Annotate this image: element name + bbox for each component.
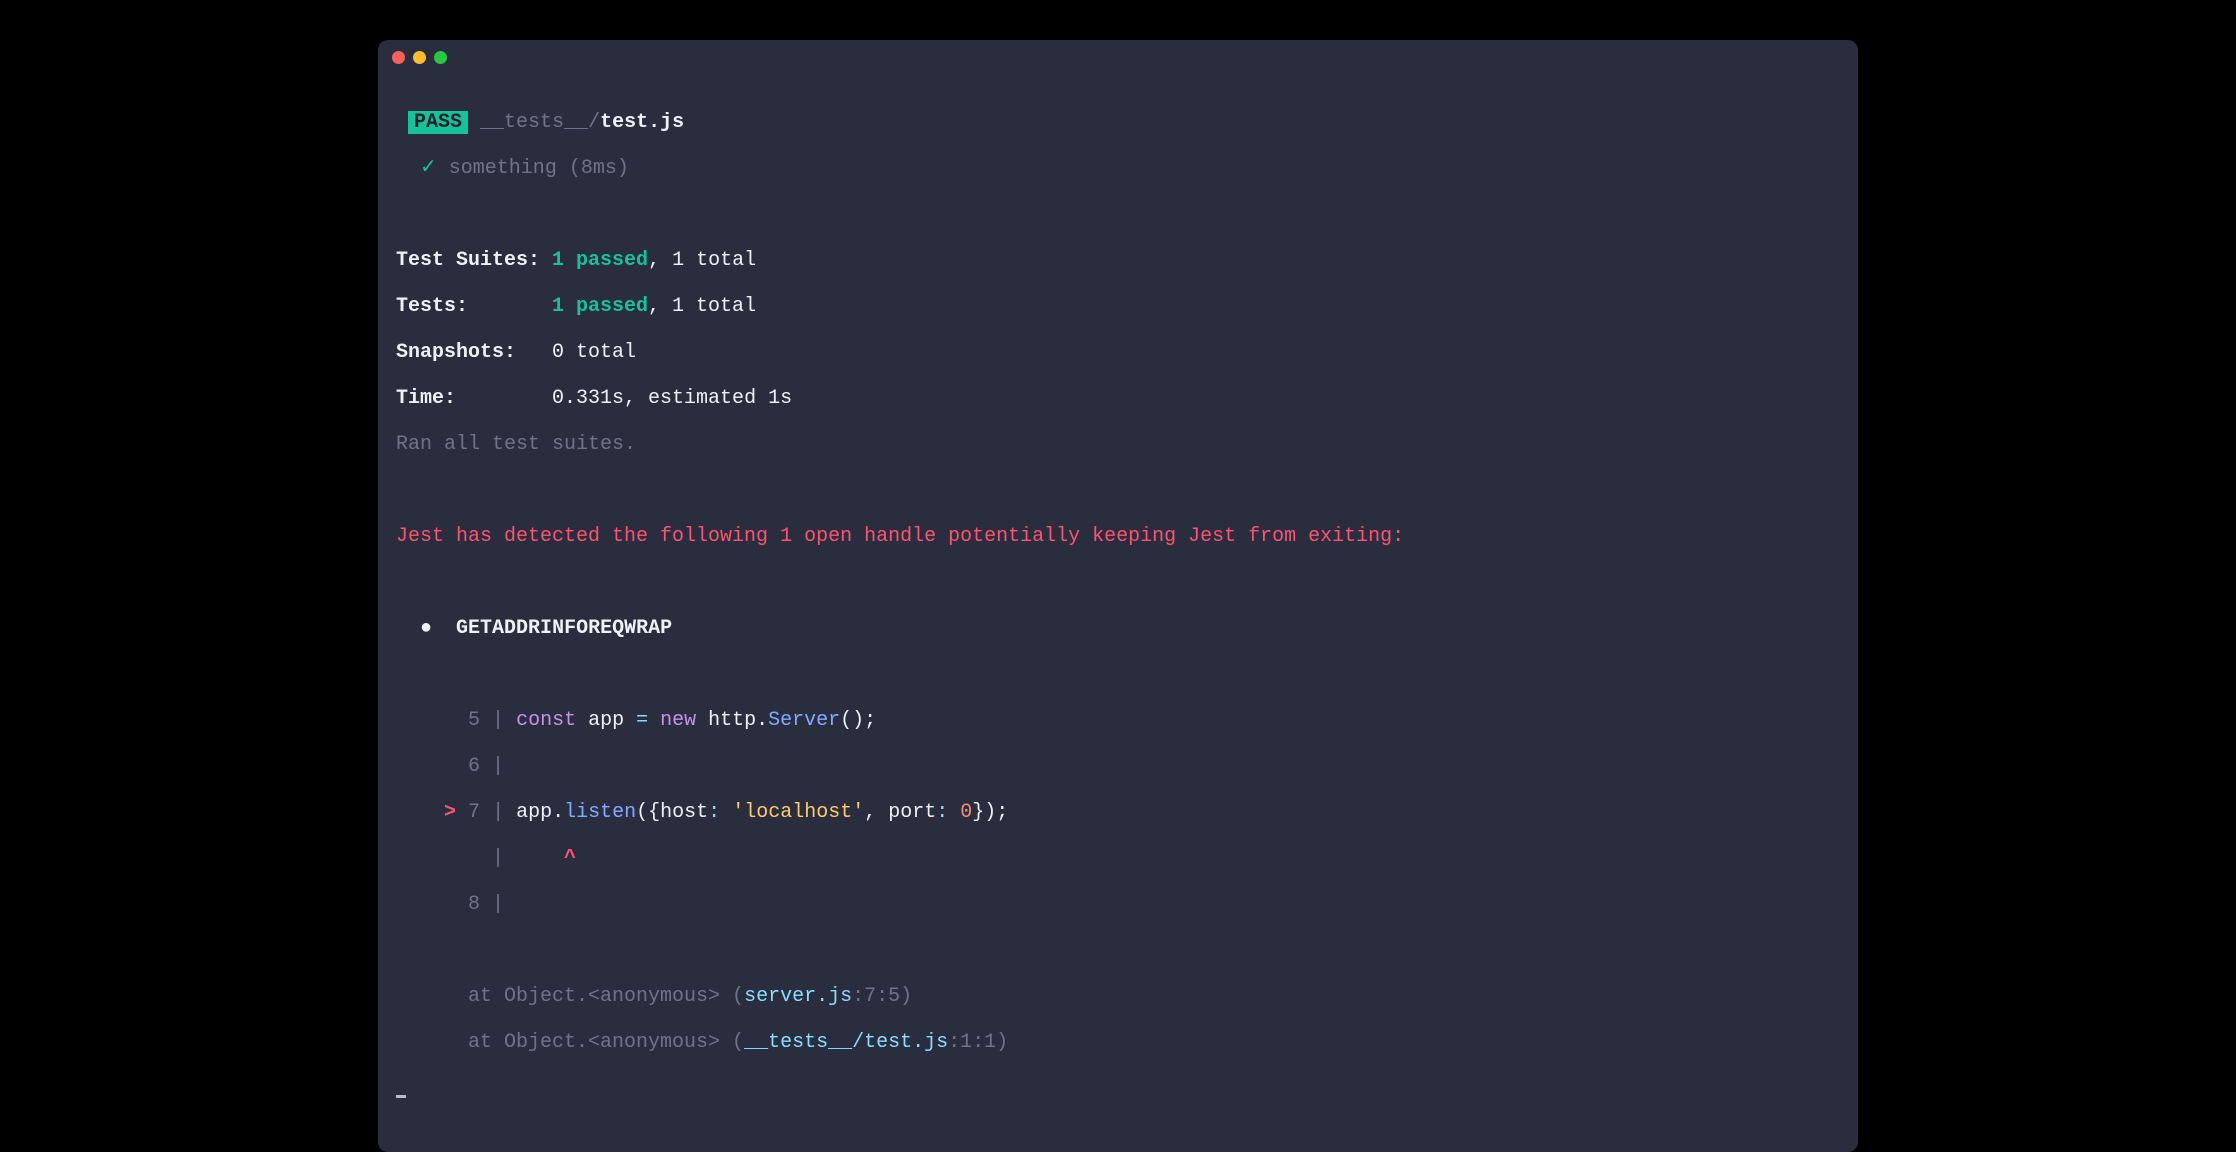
suites-label: Test Suites: — [396, 249, 540, 272]
brace-close: }); — [972, 801, 1008, 824]
paren-semi: (); — [840, 709, 876, 732]
stack-loc: :7:5) — [852, 985, 912, 1008]
line-number: 5 — [468, 709, 480, 732]
snapshots-label: Snapshots: — [396, 341, 516, 364]
terminal-output: PASS __tests__/test.js ✓ something (8ms)… — [378, 74, 1858, 1152]
summary-snapshots: Snapshots: 0 total — [396, 341, 1840, 364]
caret-icon: ^ — [564, 847, 576, 870]
time-label: Time: — [396, 387, 456, 410]
op-eq: = — [636, 709, 648, 732]
summary-suites: Test Suites: 1 passed, 1 total — [396, 249, 1840, 272]
pass-badge: PASS — [408, 111, 468, 134]
stack-file: __tests__/test.js — [744, 1031, 948, 1054]
brace-open: ({ — [636, 801, 660, 824]
colon: : — [708, 801, 732, 824]
line-number: 7 — [468, 801, 480, 824]
summary-time: Time: 0.331s, estimated 1s — [396, 387, 1840, 410]
test-path-dir: __tests__/ — [480, 111, 600, 134]
tests-label: Tests: — [396, 295, 468, 318]
stack-frame-1: at Object.<anonymous> (server.js:7:5) — [396, 985, 1840, 1008]
test-name: something — [449, 157, 557, 180]
fn-listen: listen — [564, 801, 636, 824]
close-icon[interactable] — [392, 51, 405, 64]
bullet-icon: ● — [420, 617, 432, 640]
fn-server: Server — [768, 709, 840, 732]
suites-passed: 1 passed — [552, 249, 648, 272]
code-line-8: 8 | — [396, 893, 1840, 916]
key-host: host — [660, 801, 708, 824]
check-icon: ✓ — [420, 157, 437, 180]
open-handle-warning: Jest has detected the following 1 open h… — [396, 525, 1840, 548]
terminal-window: PASS __tests__/test.js ✓ something (8ms)… — [378, 40, 1858, 1152]
obj-app: app. — [516, 801, 564, 824]
code-line-7: > 7 | app.listen({host: 'localhost', por… — [396, 801, 1840, 824]
error-marker-icon: > — [444, 801, 456, 824]
window-titlebar — [378, 40, 1858, 74]
test-file-header: PASS __tests__/test.js — [396, 111, 1840, 134]
var-app: app — [576, 709, 636, 732]
handle-name: GETADDRINFOREQWRAP — [456, 617, 672, 640]
stack-file: server.js — [744, 985, 852, 1008]
val-zero: 0 — [960, 801, 972, 824]
summary-ran: Ran all test suites. — [396, 433, 1840, 456]
tests-passed: 1 passed — [552, 295, 648, 318]
stack-at: at Object.<anonymous> ( — [468, 1031, 744, 1054]
line-number: 8 — [468, 893, 480, 916]
cursor-icon — [396, 1095, 406, 1098]
handle-entry: ● GETADDRINFOREQWRAP — [396, 617, 1840, 640]
code-line-5: 5 | const app = new http.Server(); — [396, 709, 1840, 732]
http-obj: http. — [696, 709, 768, 732]
kw-new: new — [648, 709, 696, 732]
stack-at: at Object.<anonymous> ( — [468, 985, 744, 1008]
test-result-line: ✓ something (8ms) — [396, 157, 1840, 180]
val-localhost: 'localhost' — [732, 801, 864, 824]
stack-frame-2: at Object.<anonymous> (__tests__/test.js… — [396, 1031, 1840, 1054]
summary-tests: Tests: 1 passed, 1 total — [396, 295, 1840, 318]
minimize-icon[interactable] — [413, 51, 426, 64]
test-duration: (8ms) — [569, 157, 629, 180]
maximize-icon[interactable] — [434, 51, 447, 64]
time-value: 0.331s, estimated 1s — [552, 387, 792, 410]
suites-total: , 1 total — [648, 249, 756, 272]
test-path-file: test.js — [600, 111, 684, 134]
snapshots-value: 0 total — [552, 341, 636, 364]
code-caret-line: | ^ — [396, 847, 1840, 870]
key-port: port — [888, 801, 936, 824]
comma: , — [864, 801, 888, 824]
tests-total: , 1 total — [648, 295, 756, 318]
line-number: 6 — [468, 755, 480, 778]
colon: : — [936, 801, 960, 824]
code-line-6: 6 | — [396, 755, 1840, 778]
stack-loc: :1:1) — [948, 1031, 1008, 1054]
kw-const: const — [516, 709, 576, 732]
